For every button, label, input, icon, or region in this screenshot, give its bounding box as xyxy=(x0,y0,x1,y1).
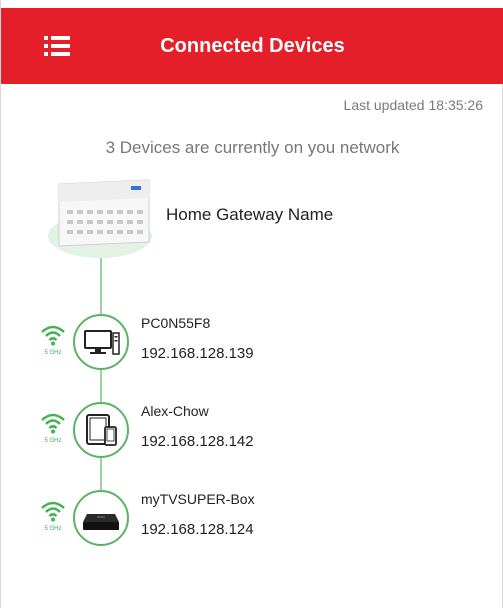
wifi-5ghz-icon: 5 GHz xyxy=(39,410,67,444)
svg-text:5 GHz: 5 GHz xyxy=(44,438,61,444)
last-updated: Last updated 18:35:26 xyxy=(344,97,483,113)
app-screen: Connected Devices Last updated 18:35:26 3… xyxy=(0,0,503,608)
last-updated-time: 18:35:26 xyxy=(428,97,484,113)
gateway-name: Home Gateway Name xyxy=(166,205,334,224)
wifi-5ghz-icon: 5 GHz xyxy=(39,498,67,532)
device-ip: 192.168.128.139 xyxy=(141,345,254,362)
device-ip: 192.168.128.124 xyxy=(141,521,254,538)
list-menu-icon[interactable] xyxy=(39,28,75,64)
router-icon[interactable] xyxy=(45,176,165,266)
device-name: Alex-Chow xyxy=(141,403,209,419)
tablet-phone-icon[interactable] xyxy=(73,402,129,458)
wifi-5ghz-icon: 5 GHz xyxy=(39,322,67,356)
device-name: PC0N55F8 xyxy=(141,315,211,331)
page-title: Connected Devices xyxy=(160,35,345,57)
last-updated-label: Last updated xyxy=(343,97,425,113)
tv-box-icon[interactable] xyxy=(73,490,129,546)
svg-text:5 GHz: 5 GHz xyxy=(44,350,61,356)
header-bar: Connected Devices xyxy=(1,8,503,84)
device-name: myTVSUPER-Box xyxy=(141,491,255,507)
device-count-summary: 3 Devices are currently on you network xyxy=(105,138,400,157)
device-ip: 192.168.128.142 xyxy=(141,433,254,450)
desktop-computer-icon[interactable] xyxy=(73,314,129,370)
svg-text:5 GHz: 5 GHz xyxy=(44,526,61,532)
connection-line xyxy=(100,258,102,514)
